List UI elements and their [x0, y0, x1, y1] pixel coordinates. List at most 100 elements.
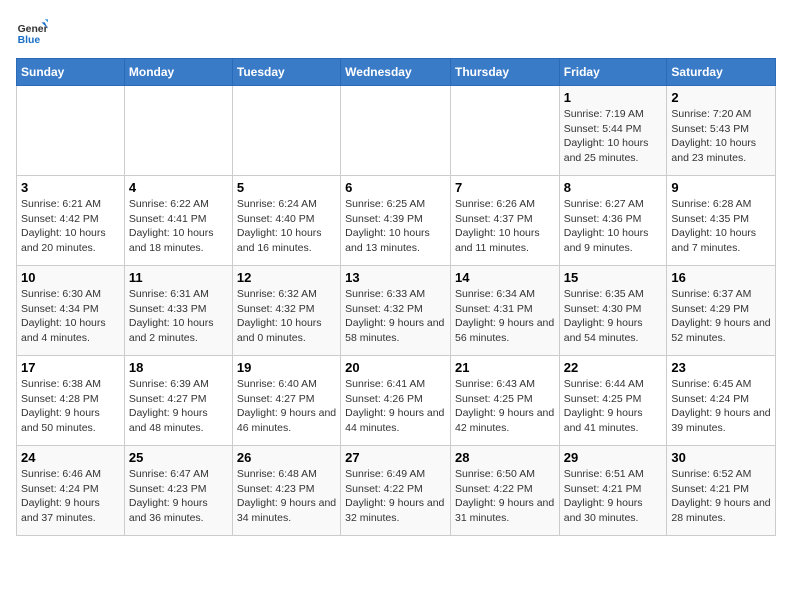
calendar-cell	[341, 86, 451, 176]
day-info: Sunrise: 6:30 AM Sunset: 4:34 PM Dayligh…	[21, 287, 120, 346]
day-number: 24	[21, 450, 120, 465]
day-number: 4	[129, 180, 228, 195]
calendar-cell	[450, 86, 559, 176]
day-number: 23	[671, 360, 771, 375]
day-info: Sunrise: 6:38 AM Sunset: 4:28 PM Dayligh…	[21, 377, 120, 436]
day-header-saturday: Saturday	[667, 59, 776, 86]
day-number: 18	[129, 360, 228, 375]
calendar-cell: 23 Sunrise: 6:45 AM Sunset: 4:24 PM Dayli…	[667, 356, 776, 446]
day-info: Sunrise: 6:47 AM Sunset: 4:23 PM Dayligh…	[129, 467, 228, 526]
calendar-table: SundayMondayTuesdayWednesdayThursdayFrid…	[16, 58, 776, 536]
day-number: 8	[564, 180, 663, 195]
calendar-header-row: SundayMondayTuesdayWednesdayThursdayFrid…	[17, 59, 776, 86]
day-info: Sunrise: 6:52 AM Sunset: 4:21 PM Dayligh…	[671, 467, 771, 526]
day-info: Sunrise: 6:51 AM Sunset: 4:21 PM Dayligh…	[564, 467, 663, 526]
calendar-cell: 5 Sunrise: 6:24 AM Sunset: 4:40 PM Daylig…	[232, 176, 340, 266]
calendar-week-5: 24Sunrise: 6:46 AM Sunset: 4:24 PM Dayli…	[17, 446, 776, 536]
day-info: Sunrise: 6:49 AM Sunset: 4:22 PM Dayligh…	[345, 467, 446, 526]
day-header-sunday: Sunday	[17, 59, 125, 86]
calendar-week-2: 3 Sunrise: 6:21 AM Sunset: 4:42 PM Daylig…	[17, 176, 776, 266]
calendar-cell: 15 Sunrise: 6:35 AM Sunset: 4:30 PM Dayli…	[559, 266, 667, 356]
calendar-cell: 26 Sunrise: 6:48 AM Sunset: 4:23 PM Dayli…	[232, 446, 340, 536]
day-number: 17	[21, 360, 120, 375]
calendar-cell: 16 Sunrise: 6:37 AM Sunset: 4:29 PM Dayli…	[667, 266, 776, 356]
day-number: 19	[237, 360, 336, 375]
day-number: 11	[129, 270, 228, 285]
day-number: 25	[129, 450, 228, 465]
calendar-cell: 28 Sunrise: 6:50 AM Sunset: 4:22 PM Dayli…	[450, 446, 559, 536]
calendar-cell: 25 Sunrise: 6:47 AM Sunset: 4:23 PM Dayli…	[124, 446, 232, 536]
calendar-cell: 13 Sunrise: 6:33 AM Sunset: 4:32 PM Dayli…	[341, 266, 451, 356]
calendar-cell	[232, 86, 340, 176]
day-number: 20	[345, 360, 446, 375]
calendar-cell: 22Sunrise: 6:44 AM Sunset: 4:25 PM Dayli…	[559, 356, 667, 446]
day-info: Sunrise: 6:45 AM Sunset: 4:24 PM Dayligh…	[671, 377, 771, 436]
calendar-cell: 19 Sunrise: 6:40 AM Sunset: 4:27 PM Dayli…	[232, 356, 340, 446]
calendar-cell: 12 Sunrise: 6:32 AM Sunset: 4:32 PM Dayli…	[232, 266, 340, 356]
svg-text:Blue: Blue	[18, 35, 41, 46]
day-info: Sunrise: 6:21 AM Sunset: 4:42 PM Dayligh…	[21, 197, 120, 256]
day-number: 1	[564, 90, 663, 105]
day-header-wednesday: Wednesday	[341, 59, 451, 86]
day-info: Sunrise: 6:35 AM Sunset: 4:30 PM Dayligh…	[564, 287, 663, 346]
calendar-cell: 8 Sunrise: 6:27 AM Sunset: 4:36 PM Daylig…	[559, 176, 667, 266]
calendar-cell: 29 Sunrise: 6:51 AM Sunset: 4:21 PM Dayli…	[559, 446, 667, 536]
day-number: 5	[237, 180, 336, 195]
calendar-cell: 24Sunrise: 6:46 AM Sunset: 4:24 PM Dayli…	[17, 446, 125, 536]
day-info: Sunrise: 6:50 AM Sunset: 4:22 PM Dayligh…	[455, 467, 555, 526]
day-number: 13	[345, 270, 446, 285]
day-number: 7	[455, 180, 555, 195]
day-number: 22	[564, 360, 663, 375]
day-info: Sunrise: 6:40 AM Sunset: 4:27 PM Dayligh…	[237, 377, 336, 436]
calendar-cell: 7 Sunrise: 6:26 AM Sunset: 4:37 PM Daylig…	[450, 176, 559, 266]
day-info: Sunrise: 7:19 AM Sunset: 5:44 PM Dayligh…	[564, 107, 663, 166]
day-info: Sunrise: 6:27 AM Sunset: 4:36 PM Dayligh…	[564, 197, 663, 256]
calendar-cell: 18 Sunrise: 6:39 AM Sunset: 4:27 PM Dayli…	[124, 356, 232, 446]
day-info: Sunrise: 6:24 AM Sunset: 4:40 PM Dayligh…	[237, 197, 336, 256]
calendar-cell: 3 Sunrise: 6:21 AM Sunset: 4:42 PM Daylig…	[17, 176, 125, 266]
day-number: 3	[21, 180, 120, 195]
page-header: General Blue	[16, 16, 776, 48]
day-info: Sunrise: 6:34 AM Sunset: 4:31 PM Dayligh…	[455, 287, 555, 346]
day-number: 10	[21, 270, 120, 285]
day-number: 27	[345, 450, 446, 465]
calendar-cell	[17, 86, 125, 176]
day-info: Sunrise: 6:26 AM Sunset: 4:37 PM Dayligh…	[455, 197, 555, 256]
day-info: Sunrise: 6:25 AM Sunset: 4:39 PM Dayligh…	[345, 197, 446, 256]
calendar-cell: 17 Sunrise: 6:38 AM Sunset: 4:28 PM Dayli…	[17, 356, 125, 446]
day-info: Sunrise: 6:48 AM Sunset: 4:23 PM Dayligh…	[237, 467, 336, 526]
calendar-cell	[124, 86, 232, 176]
day-info: Sunrise: 6:22 AM Sunset: 4:41 PM Dayligh…	[129, 197, 228, 256]
day-number: 15	[564, 270, 663, 285]
day-header-friday: Friday	[559, 59, 667, 86]
calendar-cell: 2Sunrise: 7:20 AM Sunset: 5:43 PM Daylig…	[667, 86, 776, 176]
calendar-cell: 21 Sunrise: 6:43 AM Sunset: 4:25 PM Dayli…	[450, 356, 559, 446]
day-number: 16	[671, 270, 771, 285]
calendar-cell: 6 Sunrise: 6:25 AM Sunset: 4:39 PM Daylig…	[341, 176, 451, 266]
day-number: 9	[671, 180, 771, 195]
day-info: Sunrise: 6:31 AM Sunset: 4:33 PM Dayligh…	[129, 287, 228, 346]
day-number: 12	[237, 270, 336, 285]
day-info: Sunrise: 6:32 AM Sunset: 4:32 PM Dayligh…	[237, 287, 336, 346]
day-number: 30	[671, 450, 771, 465]
calendar-cell: 30 Sunrise: 6:52 AM Sunset: 4:21 PM Dayli…	[667, 446, 776, 536]
day-number: 21	[455, 360, 555, 375]
day-info: Sunrise: 6:43 AM Sunset: 4:25 PM Dayligh…	[455, 377, 555, 436]
calendar-week-4: 17 Sunrise: 6:38 AM Sunset: 4:28 PM Dayli…	[17, 356, 776, 446]
svg-text:General: General	[18, 24, 48, 35]
day-header-monday: Monday	[124, 59, 232, 86]
day-number: 26	[237, 450, 336, 465]
day-number: 28	[455, 450, 555, 465]
calendar-cell: 11 Sunrise: 6:31 AM Sunset: 4:33 PM Dayli…	[124, 266, 232, 356]
calendar-week-3: 10 Sunrise: 6:30 AM Sunset: 4:34 PM Dayli…	[17, 266, 776, 356]
day-number: 14	[455, 270, 555, 285]
day-info: Sunrise: 6:41 AM Sunset: 4:26 PM Dayligh…	[345, 377, 446, 436]
day-info: Sunrise: 6:33 AM Sunset: 4:32 PM Dayligh…	[345, 287, 446, 346]
day-number: 6	[345, 180, 446, 195]
day-info: Sunrise: 6:37 AM Sunset: 4:29 PM Dayligh…	[671, 287, 771, 346]
day-header-tuesday: Tuesday	[232, 59, 340, 86]
logo: General Blue	[16, 16, 52, 48]
day-info: Sunrise: 6:39 AM Sunset: 4:27 PM Dayligh…	[129, 377, 228, 436]
day-number: 29	[564, 450, 663, 465]
calendar-cell: 10 Sunrise: 6:30 AM Sunset: 4:34 PM Dayli…	[17, 266, 125, 356]
